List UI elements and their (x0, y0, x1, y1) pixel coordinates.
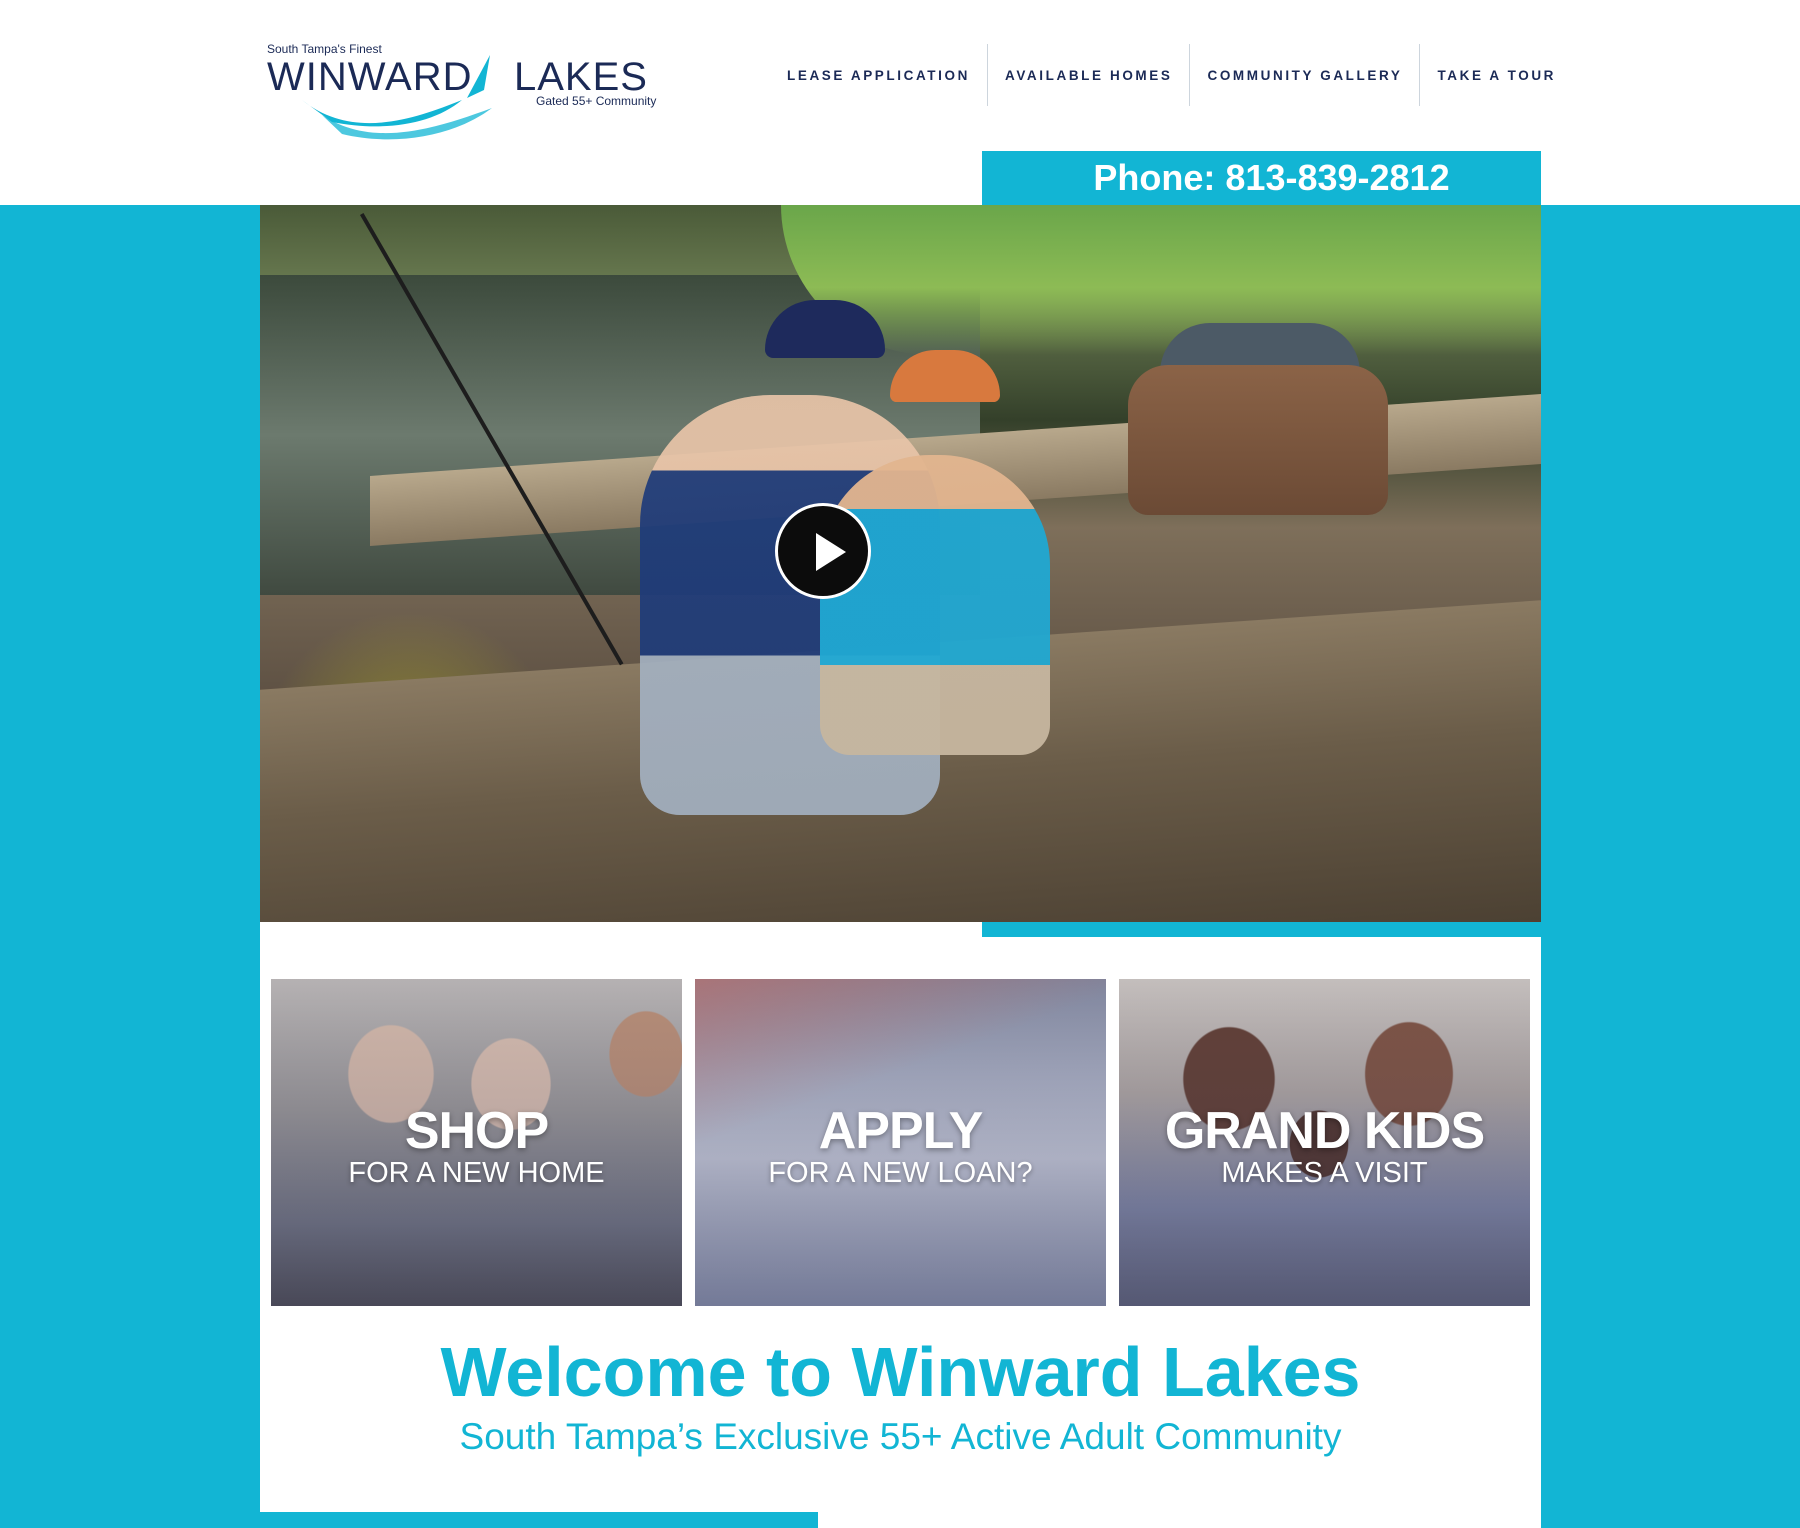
logo-subtitle: Gated 55+ Community (536, 94, 657, 108)
play-icon[interactable] (775, 503, 871, 599)
bottom-panel-extension (818, 1512, 1541, 1528)
card-title: SHOP (404, 1102, 549, 1160)
nav-lease-application[interactable]: LEASE APPLICATION (770, 44, 987, 106)
phone-number[interactable]: Phone: 813-839-2812 (1093, 157, 1449, 199)
card-subtitle: FOR A NEW HOME (348, 1157, 605, 1189)
card-shop[interactable]: SHOP FOR A NEW HOME (271, 979, 682, 1306)
card-title: GRAND KIDS (1164, 1102, 1485, 1160)
hero-grass (781, 205, 1541, 355)
logo-name-part1: WINWARD (267, 55, 472, 99)
hero-woman (820, 455, 1050, 755)
card-subtitle: MAKES A VISIT (1221, 1157, 1428, 1189)
welcome-subtitle: South Tampa’s Exclusive 55+ Active Adult… (459, 1416, 1342, 1457)
hero-accent-bar (982, 922, 1541, 937)
card-apply[interactable]: APPLY FOR A NEW LOAN? (695, 979, 1106, 1306)
bottom-accent-strip (260, 1512, 818, 1528)
phone-banner[interactable]: Phone: 813-839-2812 (982, 151, 1541, 205)
logo-wordmark: WINWARD LAKES (267, 55, 648, 140)
main-nav: LEASE APPLICATION AVAILABLE HOMES COMMUN… (770, 44, 1573, 106)
site-logo[interactable]: South Tampa's Finest WINWARD LAKES Gated… (262, 30, 682, 150)
nav-community-gallery[interactable]: COMMUNITY GALLERY (1190, 44, 1419, 106)
nav-available-homes[interactable]: AVAILABLE HOMES (988, 44, 1190, 106)
logo-name-part2: LAKES (514, 55, 648, 99)
hero-tackle-bag (1128, 365, 1388, 515)
nav-take-a-tour[interactable]: TAKE A TOUR (1420, 44, 1573, 106)
hero-video[interactable] (260, 205, 1541, 922)
welcome-title: Welcome to Winward Lakes (440, 1333, 1361, 1411)
card-subtitle: FOR A NEW LOAN? (768, 1157, 1033, 1189)
card-title: APPLY (818, 1102, 984, 1160)
card-grand-kids[interactable]: GRAND KIDS MAKES A VISIT (1119, 979, 1530, 1306)
